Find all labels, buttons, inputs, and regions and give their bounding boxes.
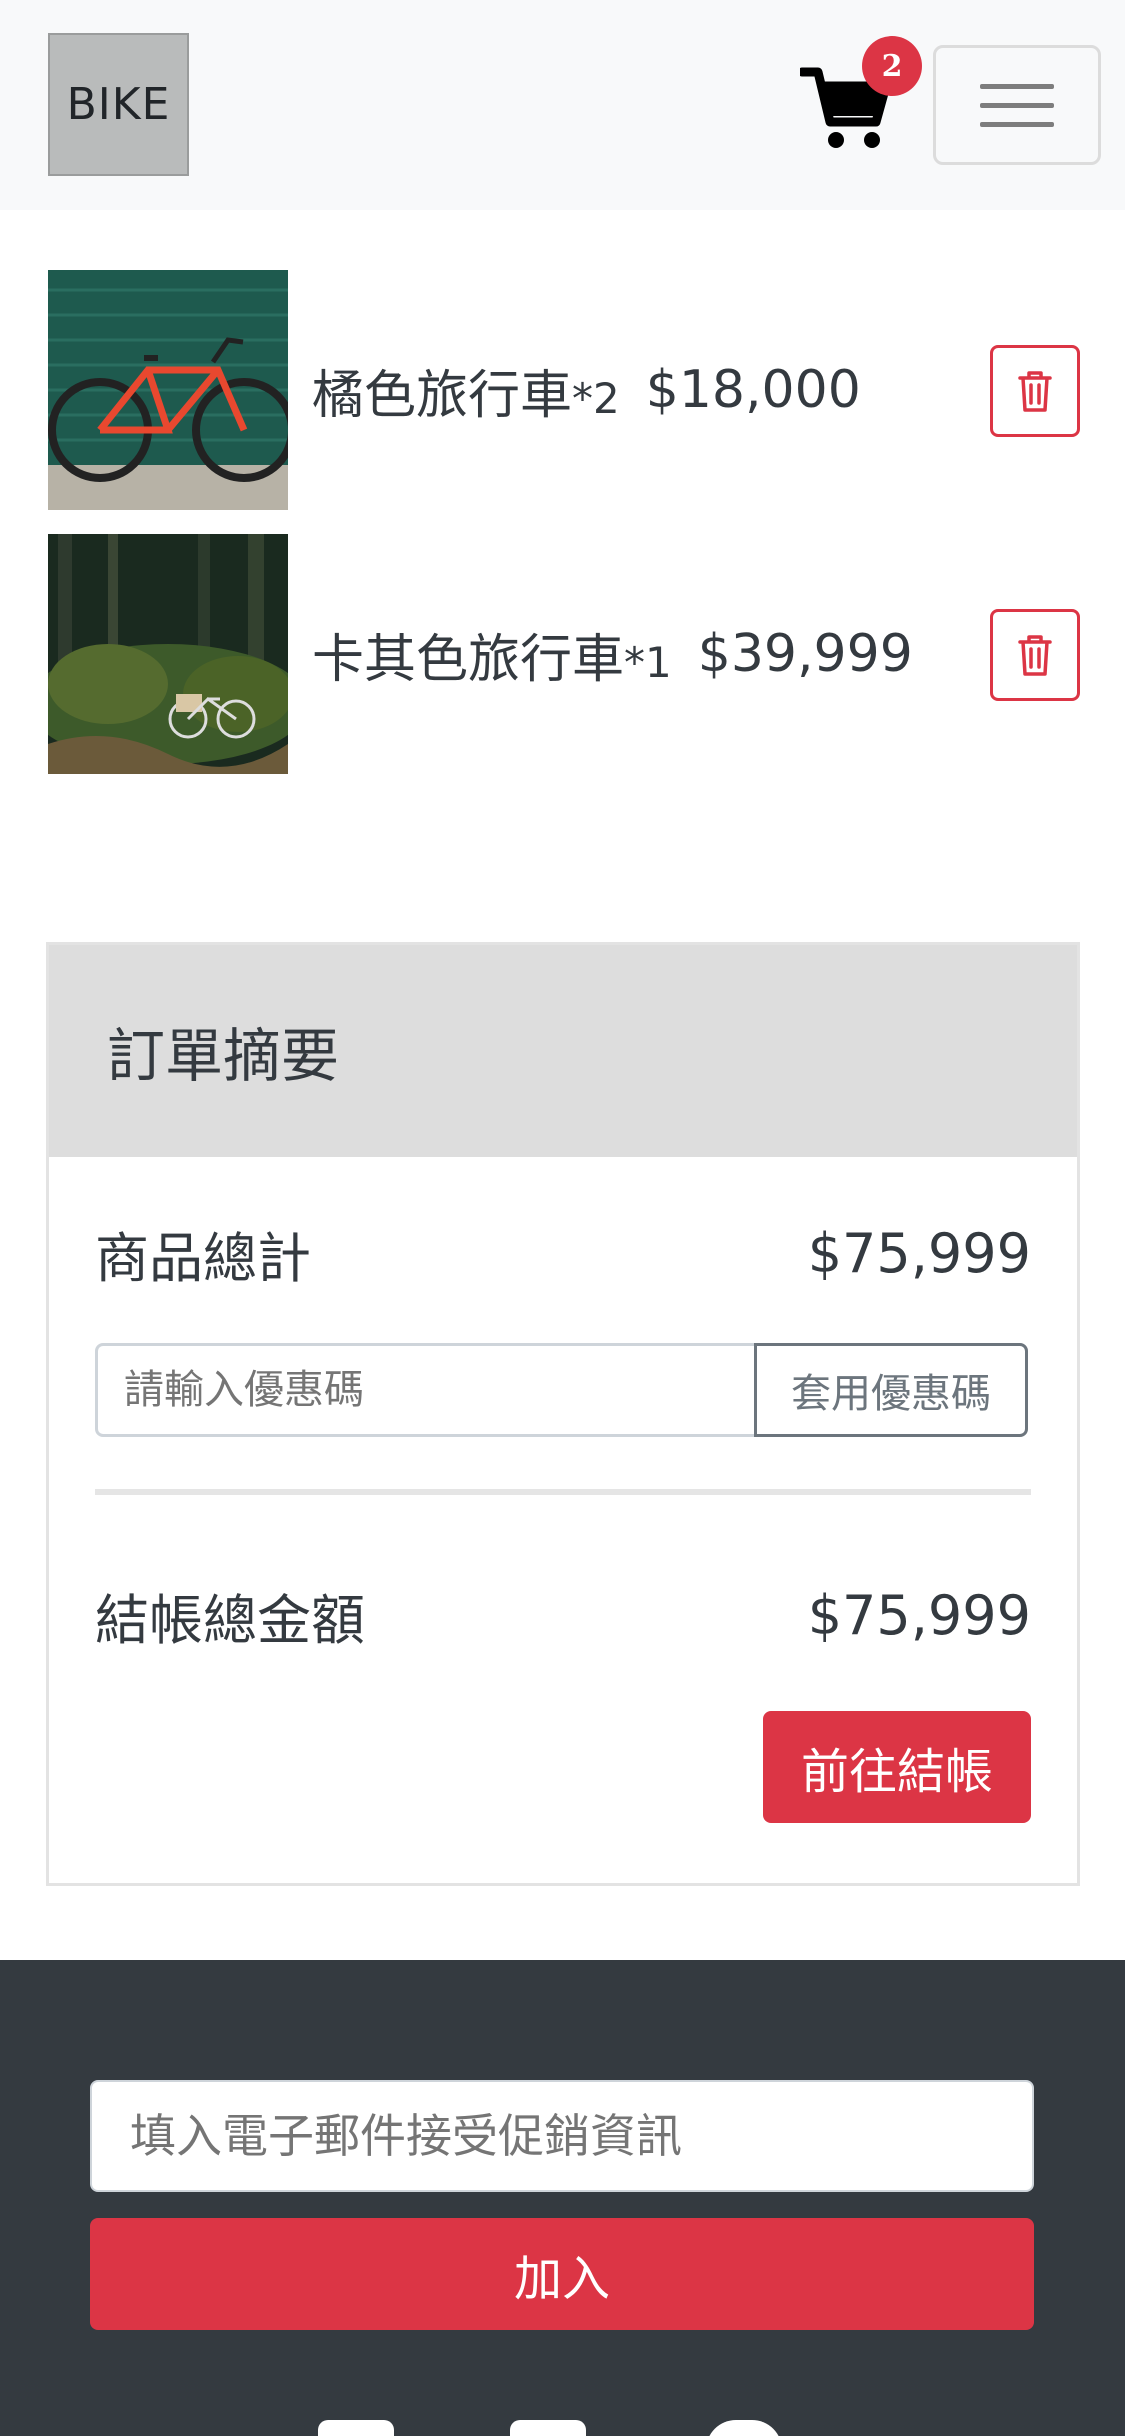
subtotal-value: $75,999 — [807, 1221, 1031, 1285]
cart-item-quantity: *1 — [624, 637, 672, 687]
cart-item-price: $18,000 — [645, 360, 861, 420]
trash-icon — [1018, 371, 1052, 412]
order-summary-title: 訂單摘要 — [49, 945, 1077, 1157]
subtotal-row: 商品總計 $75,999 — [95, 1213, 1031, 1293]
total-label: 結帳總金額 — [95, 1588, 365, 1652]
hamburger-menu-icon — [980, 70, 1054, 141]
total-value: $75,999 — [807, 1583, 1031, 1647]
summary-divider — [95, 1489, 1031, 1495]
cart-item: 卡其色旅行車 *1 $39,999 — [48, 534, 1080, 774]
apply-coupon-button[interactable]: 套用優惠碼 — [754, 1343, 1028, 1437]
subtotal-label: 商品總計 — [95, 1226, 311, 1290]
cart-item-quantity: *2 — [572, 373, 620, 423]
navbar: BIKE 2 — [0, 0, 1125, 210]
social-icon[interactable] — [510, 2420, 586, 2436]
orange-bike-image — [48, 270, 288, 510]
cart-count-badge: 2 — [862, 36, 922, 96]
social-icon[interactable] — [706, 2420, 782, 2436]
menu-toggle-button[interactable] — [933, 45, 1101, 165]
social-icon[interactable] — [318, 2420, 394, 2436]
cart-item-info: 橘色旅行車 *2 $18,000 — [312, 270, 861, 510]
coupon-group: 套用優惠碼 — [95, 1343, 1031, 1437]
footer: 加入 — [0, 1960, 1125, 2436]
brand-logo[interactable]: BIKE — [48, 33, 189, 176]
join-newsletter-button[interactable]: 加入 — [90, 2218, 1034, 2330]
cart-item-name: 橘色旅行車 — [312, 365, 573, 426]
trash-icon — [1018, 635, 1052, 676]
checkout-button[interactable]: 前往結帳 — [763, 1711, 1031, 1823]
khaki-bike-image — [48, 534, 288, 774]
order-summary-card: 訂單摘要 商品總計 $75,999 套用優惠碼 結帳總金額 $75,999 前往… — [46, 942, 1080, 1886]
total-row: 結帳總金額 $75,999 — [95, 1575, 1031, 1655]
cart-item: 橘色旅行車 *2 $18,000 — [48, 270, 1080, 510]
delete-item-button[interactable] — [990, 345, 1080, 437]
newsletter-email-input[interactable] — [90, 2080, 1034, 2192]
coupon-input[interactable] — [95, 1343, 757, 1437]
cart-item-price: $39,999 — [697, 624, 913, 684]
cart-item-name: 卡其色旅行車 — [312, 629, 625, 690]
delete-item-button[interactable] — [990, 609, 1080, 701]
cart-item-info: 卡其色旅行車 *1 $39,999 — [312, 534, 913, 774]
